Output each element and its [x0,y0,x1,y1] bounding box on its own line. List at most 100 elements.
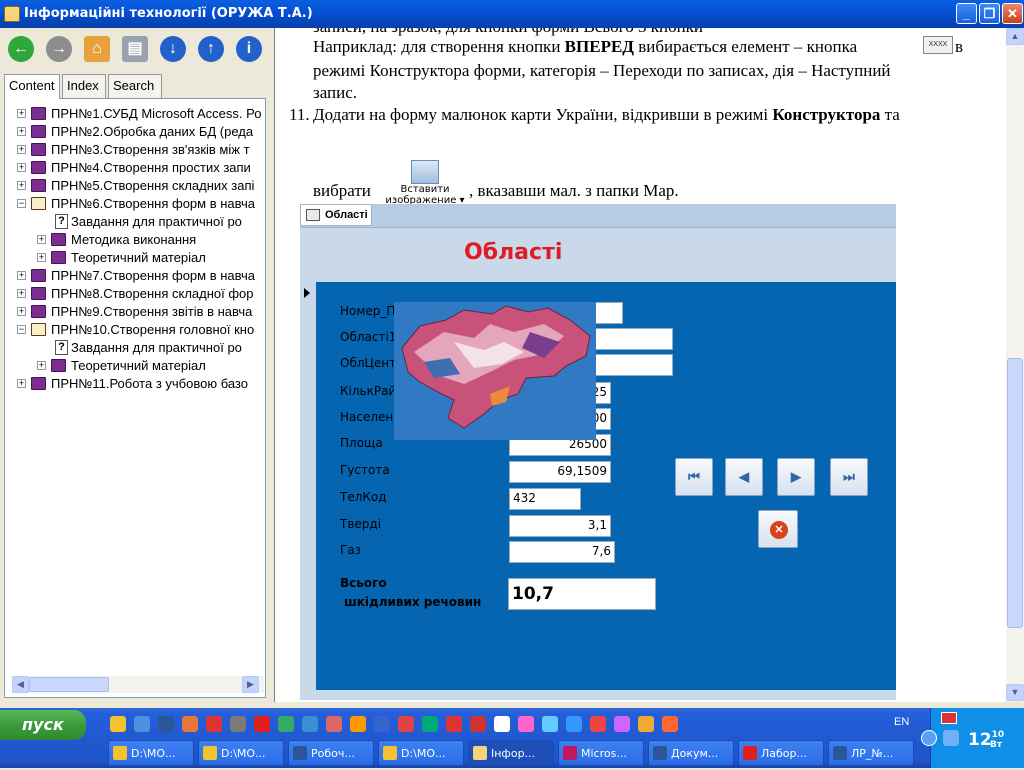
tray-app-icon[interactable] [943,730,959,746]
task-app-icon [293,746,307,760]
tool-icon[interactable] [470,716,486,732]
archive-icon[interactable] [518,716,534,732]
clock-minutes: 10 [991,730,1005,740]
language-indicator[interactable]: EN [894,716,909,728]
book-icon [31,107,46,120]
taskbar-button[interactable]: D:\МО... [108,740,194,766]
close-form-button[interactable]: ✕ [758,510,798,548]
word-icon[interactable] [158,716,174,732]
expand-icon[interactable]: + [17,379,26,388]
help-page-icon: ? [55,214,68,229]
home-icon[interactable]: ⌂ [84,36,110,62]
image-icon[interactable] [350,716,366,732]
collapse-icon[interactable]: − [17,325,26,334]
browser-icon[interactable] [398,716,414,732]
taskbar-button[interactable]: Робоч... [288,740,374,766]
edit-icon[interactable] [374,716,390,732]
tree-item-label: ПРН№11.Робота з учбовою базо [51,376,248,391]
tree-horizontal-scrollbar[interactable]: ◀ ▶ [12,676,264,693]
settings-icon[interactable] [182,716,198,732]
expand-icon[interactable]: + [37,235,46,244]
mini-button-image: XXXX [923,36,953,54]
photoshop-icon[interactable] [230,716,246,732]
last-record-button[interactable]: ⏭ [830,458,868,496]
tab-index[interactable]: Index [62,74,106,98]
paint-icon[interactable] [590,716,606,732]
reader-icon[interactable] [446,716,462,732]
media-icon[interactable] [326,716,342,732]
field-value[interactable]: 432 [509,488,581,510]
maximize-button[interactable]: ❐ [979,3,1000,24]
close-button[interactable]: ✕ [1002,3,1023,24]
item-bold: Конструктора [772,105,881,124]
vertical-scroll-thumb[interactable] [1007,358,1023,628]
previous-record-button[interactable]: ◀ [725,458,763,496]
taskbar-button[interactable]: D:\МО... [198,740,284,766]
expand-icon[interactable]: + [17,181,26,190]
expand-icon[interactable]: + [17,109,26,118]
player-icon[interactable] [278,716,294,732]
field-value[interactable]: 7,6 [509,541,615,563]
insert-caption-1: Вставити [400,184,450,195]
back-icon[interactable]: ← [8,36,34,62]
taskbar-button[interactable]: D:\МО... [378,740,464,766]
computer-icon[interactable] [134,716,150,732]
expand-icon[interactable]: + [17,127,26,136]
open-book-icon [31,323,46,336]
chrome-icon[interactable] [566,716,582,732]
example-bold: ВПЕРЕД [564,37,634,56]
opera-icon[interactable] [254,716,270,732]
collapse-icon[interactable]: − [17,199,26,208]
info-icon[interactable]: i [236,36,262,62]
clock[interactable]: 1210 Вт [968,730,1004,770]
taskbar-button[interactable]: ЛР_№... [828,740,914,766]
field-value[interactable]: 69,1509 [509,461,611,483]
book-icon [31,287,46,300]
taskbar-button-label: Робоч... [311,747,355,760]
taskbar-button[interactable]: Micros... [558,740,644,766]
forward-icon[interactable]: → [46,36,72,62]
clock-hour: 12 [968,730,992,750]
scroll-left-icon[interactable]: ◀ [12,676,29,693]
taskbar-button[interactable]: Докум... [648,740,734,766]
tool-icon[interactable] [206,716,222,732]
previous-topic-icon[interactable]: ↓ [160,36,186,62]
taskbar-button[interactable]: Інфор... [468,740,554,766]
book-icon [31,161,46,174]
folder-icon[interactable] [110,716,126,732]
tab-search[interactable]: Search [108,74,162,98]
collapse-tray-icon[interactable] [921,730,937,746]
expand-icon[interactable]: + [37,361,46,370]
tree-item-label: ПРН№7.Створення форм в навча [51,268,255,283]
print-icon[interactable]: ▤ [122,36,148,62]
expand-icon[interactable]: + [17,307,26,316]
network-icon[interactable] [302,716,318,732]
next-topic-icon[interactable]: ↑ [198,36,224,62]
app-icon[interactable] [662,716,678,732]
update-icon[interactable] [422,716,438,732]
mail-icon[interactable] [614,716,630,732]
scroll-down-icon[interactable]: ▼ [1006,684,1024,701]
next-record-button[interactable]: ▶ [777,458,815,496]
taskbar-button[interactable]: Лабор... [738,740,824,766]
scissors-icon[interactable] [494,716,510,732]
scroll-up-icon[interactable]: ▲ [1006,28,1024,45]
start-button[interactable]: пуск [0,710,86,740]
expand-icon[interactable]: + [17,163,26,172]
content-vertical-scrollbar[interactable]: ▲ ▼ [1006,28,1024,702]
minimize-button[interactable]: _ [956,3,977,24]
field-value[interactable]: 3,1 [509,515,611,537]
app-icon[interactable] [638,716,654,732]
field-label: Густота [340,463,390,477]
expand-icon[interactable]: + [37,253,46,262]
flag-icon[interactable] [941,712,957,724]
first-record-button[interactable]: ⏮ [675,458,713,496]
form-tab: Області [300,204,372,226]
expand-icon[interactable]: + [17,289,26,298]
scroll-right-icon[interactable]: ▶ [242,676,259,693]
expand-icon[interactable]: + [17,271,26,280]
globe-icon[interactable] [542,716,558,732]
expand-icon[interactable]: + [17,145,26,154]
scroll-thumb[interactable] [29,677,109,692]
tab-content[interactable]: Content [4,74,60,99]
